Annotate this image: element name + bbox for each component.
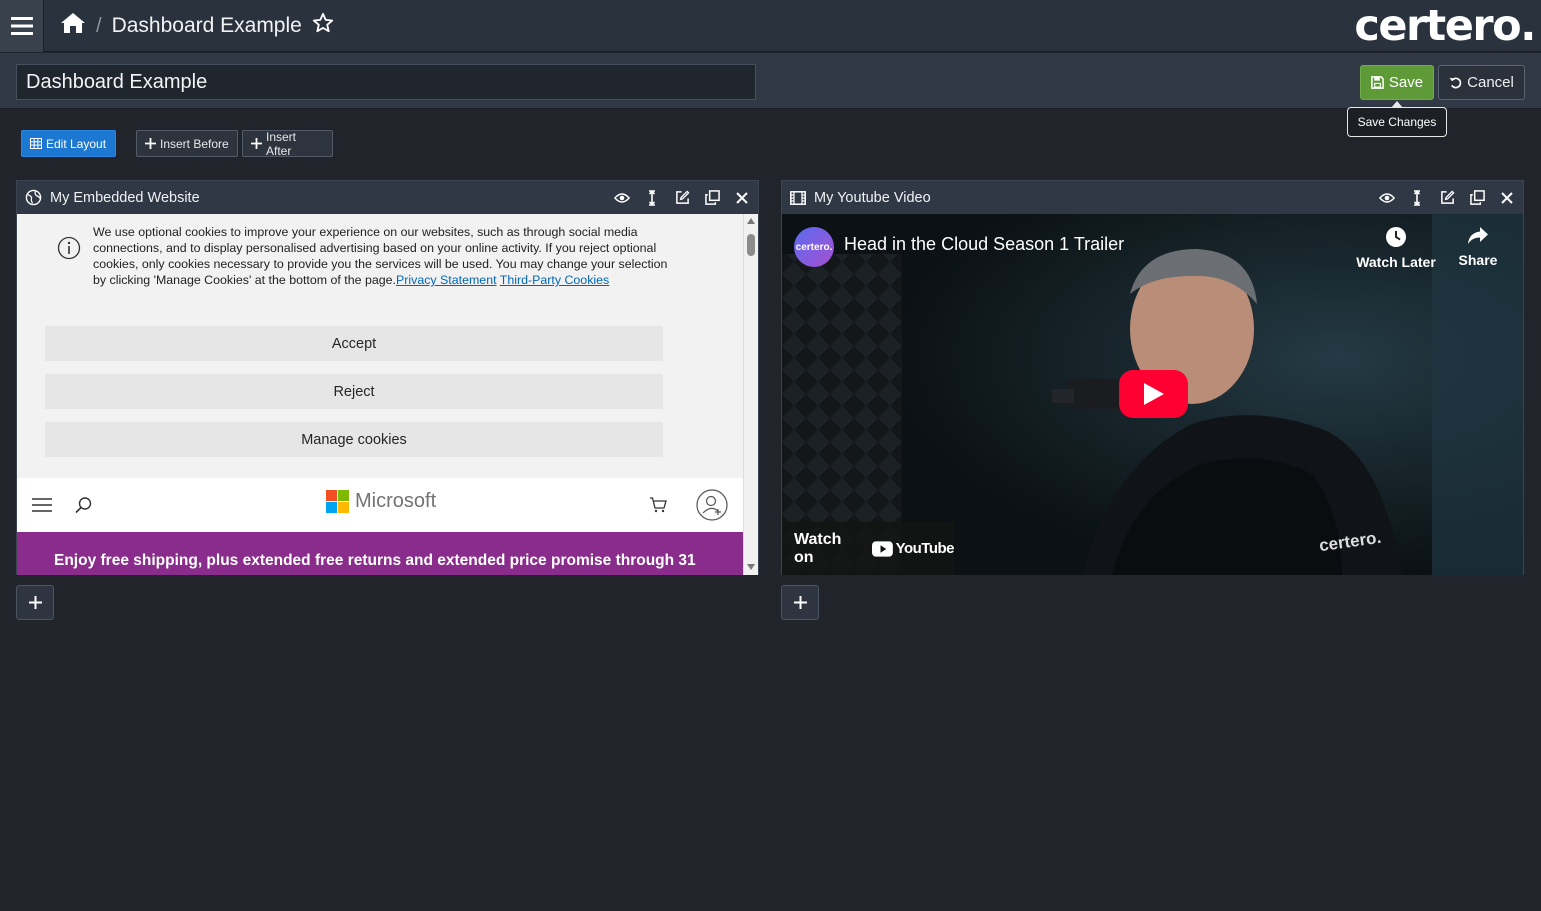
play-button[interactable]: [1119, 370, 1188, 418]
breadcrumb: / Dashboard Example: [60, 12, 334, 40]
promo-banner[interactable]: Enjoy free shipping, plus extended free …: [17, 532, 745, 575]
scroll-down-arrow-icon[interactable]: [747, 564, 755, 570]
save-tooltip: Save Changes: [1347, 101, 1447, 137]
embedded-website-frame[interactable]: We use optional cookies to improve your …: [17, 214, 758, 575]
resize-vertical-icon[interactable]: [644, 189, 660, 206]
youtube-wordmark: YouTube: [895, 540, 955, 557]
eye-icon[interactable]: [614, 190, 630, 206]
add-widget-button-left[interactable]: [16, 585, 54, 620]
microsoft-brand-text: Microsoft: [355, 490, 437, 512]
privacy-statement-link[interactable]: Privacy Statement: [396, 273, 497, 287]
watch-later-label: Watch Later: [1356, 254, 1436, 270]
clone-icon[interactable]: [1469, 190, 1485, 206]
table-grid-icon: [30, 138, 42, 149]
insert-after-button[interactable]: Insert After: [242, 129, 333, 158]
clone-icon[interactable]: [704, 190, 720, 206]
account-icon[interactable]: [696, 489, 728, 521]
breadcrumb-current: Dashboard Example: [111, 14, 302, 37]
film-icon: [790, 190, 806, 205]
cancel-button-label: Cancel: [1467, 74, 1514, 91]
breadcrumb-separator: /: [96, 14, 102, 37]
channel-avatar[interactable]: certero.: [794, 227, 834, 267]
watch-on-youtube-button[interactable]: Watch on YouTube: [782, 522, 955, 575]
microsoft-squares-icon: [326, 490, 349, 513]
scroll-thumb[interactable]: [747, 234, 755, 256]
edit-icon[interactable]: [674, 190, 690, 206]
plus-icon: [28, 596, 42, 609]
manage-cookies-button[interactable]: Manage cookies: [45, 422, 663, 457]
panel-youtube-video: My Youtube Video certero. Head in the Cl…: [781, 180, 1524, 575]
menu-button[interactable]: [0, 0, 44, 52]
insert-before-label: Insert Before: [160, 136, 229, 151]
share-label: Share: [1458, 252, 1498, 268]
frame-scrollbar[interactable]: [743, 214, 758, 575]
edit-icon[interactable]: [1439, 190, 1455, 206]
resize-vertical-icon[interactable]: [1409, 189, 1425, 206]
close-icon[interactable]: [734, 190, 750, 206]
cancel-button[interactable]: Cancel: [1438, 65, 1525, 100]
dashboard-title-input[interactable]: [16, 64, 756, 100]
close-icon[interactable]: [1499, 190, 1515, 206]
cart-icon[interactable]: [649, 497, 667, 513]
floppy-disk-icon: [1371, 76, 1384, 89]
youtube-embed[interactable]: certero. Head in the Cloud Season 1 Trai…: [782, 214, 1523, 575]
panel-header: My Embedded Website: [17, 181, 758, 214]
save-button[interactable]: Save: [1360, 65, 1434, 100]
insert-before-button[interactable]: Insert Before: [136, 130, 238, 157]
insert-after-label: Insert After: [266, 129, 297, 158]
save-button-label: Save: [1388, 74, 1424, 91]
cookie-message: We use optional cookies to improve your …: [93, 224, 673, 288]
hamburger-icon: [10, 17, 33, 35]
play-icon: [1143, 383, 1164, 405]
microsoft-logo[interactable]: Microsoft: [326, 490, 436, 513]
plus-icon: [251, 138, 262, 149]
top-bar: / Dashboard Example certero.: [0, 0, 1541, 52]
certero-logo: certero.: [1354, 1, 1536, 51]
third-party-cookies-link[interactable]: Third-Party Cookies: [500, 273, 609, 287]
add-widget-button-right[interactable]: [781, 585, 819, 620]
panel-tools: [614, 181, 750, 214]
eye-icon[interactable]: [1379, 190, 1395, 206]
panel-title: My Youtube Video: [814, 189, 931, 206]
video-title[interactable]: Head in the Cloud Season 1 Trailer: [844, 234, 1124, 255]
share-arrow-icon: [1468, 227, 1488, 244]
site-menu-icon[interactable]: [32, 498, 52, 512]
watch-on-label: Watch on: [794, 530, 842, 566]
microsoft-site-header: Microsoft: [17, 478, 745, 532]
info-icon: [57, 236, 81, 260]
dashboard-title-bar: Save Cancel: [0, 53, 1541, 109]
cookie-banner: We use optional cookies to improve your …: [17, 214, 745, 478]
panel-title: My Embedded Website: [50, 189, 200, 206]
panel-header: My Youtube Video: [782, 181, 1523, 214]
watch-later-button[interactable]: Watch Later: [1356, 226, 1436, 270]
panel-embedded-website: My Embedded Website We use optional cook…: [16, 180, 759, 575]
panel-tools: [1379, 181, 1515, 214]
site-search-icon[interactable]: [75, 496, 93, 514]
youtube-logo-icon: [871, 540, 893, 557]
globe-icon: [25, 189, 42, 206]
plus-icon: [145, 138, 156, 149]
scroll-up-arrow-icon[interactable]: [747, 218, 755, 224]
home-icon[interactable]: [60, 12, 86, 40]
edit-layout-button[interactable]: Edit Layout: [21, 130, 116, 157]
clock-icon: [1386, 227, 1406, 247]
reject-cookies-button[interactable]: Reject: [45, 374, 663, 409]
undo-icon: [1449, 77, 1462, 89]
edit-layout-label: Edit Layout: [46, 136, 107, 151]
video-player[interactable]: certero. Head in the Cloud Season 1 Trai…: [782, 214, 1523, 575]
share-button[interactable]: Share: [1438, 226, 1518, 268]
favorite-star-icon[interactable]: [312, 12, 334, 40]
accept-cookies-button[interactable]: Accept: [45, 326, 663, 361]
plus-icon: [793, 596, 807, 609]
promo-text: Enjoy free shipping, plus extended free …: [54, 552, 696, 569]
